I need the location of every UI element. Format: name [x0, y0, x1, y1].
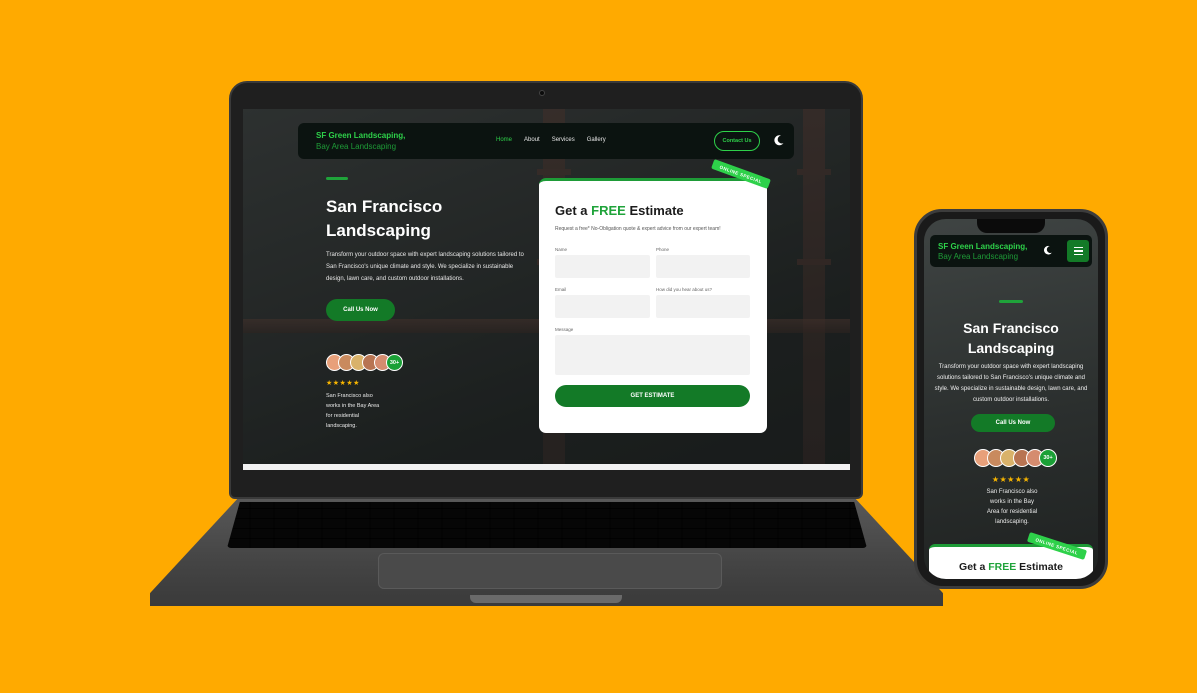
- mobile-customer-avatars: 30+: [974, 449, 1057, 467]
- nav-home[interactable]: Home: [496, 137, 512, 143]
- form-title-prefix: Get a: [555, 203, 588, 218]
- rating-stars: ★★★★★: [991, 475, 1031, 484]
- customer-avatars: 30+: [326, 354, 403, 371]
- message-textarea[interactable]: [555, 335, 750, 375]
- email-label: Email: [555, 287, 567, 292]
- site-header: SF Green Landscaping, Bay Area Landscapi…: [298, 123, 794, 159]
- nav-gallery[interactable]: Gallery: [587, 137, 606, 143]
- laptop-notch: [470, 595, 622, 603]
- call-us-button[interactable]: Call Us Now: [326, 299, 395, 321]
- customer-count-badge: 30+: [1039, 449, 1057, 467]
- contact-button[interactable]: Contact Us: [714, 131, 760, 151]
- email-field[interactable]: [555, 295, 650, 318]
- form-title-suffix: Estimate: [629, 203, 684, 218]
- form-title-highlight: FREE: [988, 561, 1017, 573]
- referral-label: How did you hear about us?: [656, 287, 713, 292]
- referral-field[interactable]: [656, 295, 750, 318]
- phone-field[interactable]: [656, 255, 750, 278]
- form-title-highlight: FREE: [591, 203, 626, 218]
- moon-icon[interactable]: [1042, 244, 1054, 256]
- mobile-call-us-button[interactable]: Call Us Now: [971, 414, 1055, 432]
- rating-stars: ★★★★★: [326, 380, 360, 387]
- get-estimate-button[interactable]: GET ESTIMATE: [555, 385, 750, 407]
- customer-count-badge: 30+: [386, 354, 403, 371]
- phone-screen: SF Green Landscaping, Bay Area Landscapi…: [924, 219, 1098, 579]
- phone-label: Phone: [656, 247, 670, 252]
- main-nav: Home About Services Gallery: [496, 137, 606, 143]
- brand-line1: SF Green Landscaping,: [938, 242, 1028, 251]
- laptop-trackpad: [378, 553, 722, 589]
- form-title: Get a FREE Estimate: [555, 203, 684, 218]
- laptop-screen: SF Green Landscaping, Bay Area Landscapi…: [243, 109, 850, 470]
- form-title-suffix: Estimate: [1019, 561, 1063, 573]
- nav-services[interactable]: Services: [552, 137, 575, 143]
- screen-bottom-bar: [243, 464, 850, 470]
- mobile-logo[interactable]: SF Green Landscaping, Bay Area Landscapi…: [938, 242, 1027, 262]
- brand-line2: Bay Area Landscaping: [938, 252, 1019, 261]
- form-subtitle: Request a free* No-Obligation quote & ex…: [555, 226, 721, 232]
- webcam-icon: [539, 90, 545, 96]
- brand-line1: SF Green Landscaping,: [316, 131, 406, 140]
- hero-description: Transform your outdoor space with expert…: [326, 252, 524, 282]
- name-field[interactable]: [555, 255, 650, 278]
- site-logo[interactable]: SF Green Landscaping, Bay Area Landscapi…: [316, 130, 405, 152]
- hero-accent-line: [999, 300, 1023, 303]
- nav-about[interactable]: About: [524, 137, 540, 143]
- hamburger-icon[interactable]: [1067, 240, 1089, 262]
- social-proof-text: San Francisco also works in the Bay Area…: [326, 393, 380, 429]
- hero-title: San Francisco Landscaping: [326, 197, 443, 240]
- moon-icon[interactable]: [772, 133, 786, 147]
- name-label: Name: [555, 247, 568, 252]
- phone-notch: [977, 219, 1045, 233]
- form-title-prefix: Get a: [959, 561, 986, 573]
- hero-accent-line: [326, 177, 348, 180]
- estimate-form-card: Get a FREE Estimate Request a free* No-O…: [539, 178, 767, 433]
- phone-frame: SF Green Landscaping, Bay Area Landscapi…: [914, 209, 1108, 589]
- mobile-hero-title: San Francisco Landscaping: [963, 320, 1059, 356]
- social-proof-text: San Francisco also works in the Bay Area…: [986, 489, 1038, 525]
- mobile-form-title: Get a FREE Estimate: [929, 561, 1093, 573]
- mobile-header: SF Green Landscaping, Bay Area Landscapi…: [930, 235, 1092, 267]
- brand-line2: Bay Area Landscaping: [316, 142, 397, 151]
- laptop-keyboard: [227, 502, 867, 548]
- message-label: Message: [555, 327, 574, 332]
- mobile-hero-description: Transform your outdoor space with expert…: [934, 364, 1088, 403]
